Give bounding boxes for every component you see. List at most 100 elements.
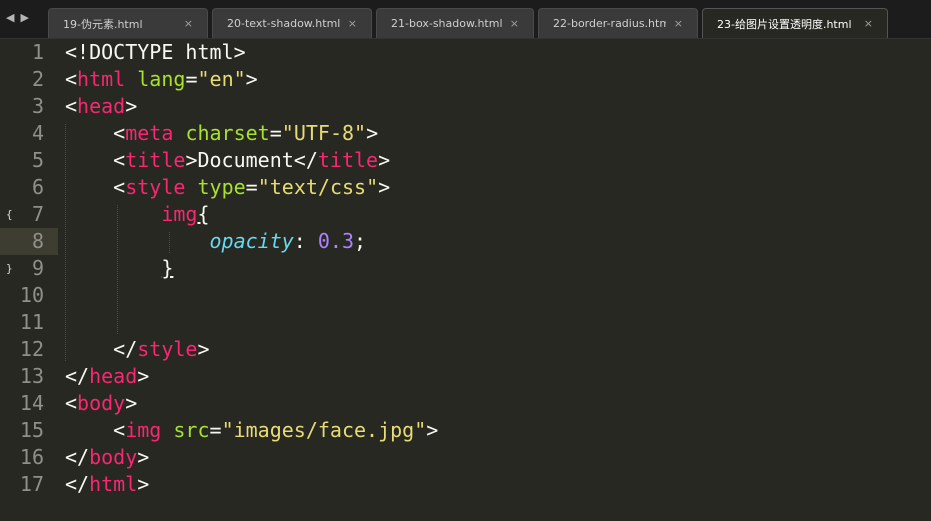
code-token: title [317, 148, 379, 172]
code-token: img [125, 418, 162, 442]
code-token: src [173, 418, 210, 442]
code-token: > [125, 391, 138, 415]
code-line[interactable]: 10 [0, 282, 931, 309]
line-number: 16 [19, 445, 44, 469]
code-token: opacity [209, 229, 294, 253]
code-line[interactable]: } 9 } [0, 255, 931, 282]
line-number: 4 [31, 121, 44, 145]
code-text: img{ [65, 201, 210, 228]
code-token: img [161, 202, 198, 226]
code-line[interactable]: 16 </body> [0, 444, 931, 471]
code-token: 0.3 [317, 229, 355, 253]
code-line[interactable]: 14 <body> [0, 390, 931, 417]
line-number: 7 [31, 202, 44, 226]
code-token: = [209, 418, 222, 442]
tab-21[interactable]: 21-box-shadow.html × [376, 8, 534, 38]
code-token: > [197, 337, 210, 361]
code-text: </html> [65, 471, 149, 498]
code-token: ; [354, 229, 367, 253]
close-icon[interactable]: × [348, 17, 357, 30]
code-text: <html lang="en"> [65, 66, 258, 93]
code-token: style [137, 337, 198, 361]
code-line[interactable]: 6 <style type="text/css"> [0, 174, 931, 201]
code-token: head [89, 364, 138, 388]
code-text: <meta charset="UTF-8"> [65, 120, 378, 147]
code-token: = [245, 175, 258, 199]
code-token: body [77, 391, 126, 415]
close-icon[interactable]: × [864, 17, 873, 30]
code-text: </style> [65, 336, 210, 363]
code-token: > [378, 148, 391, 172]
code-token: charset [185, 121, 270, 145]
code-line[interactable]: 11 [0, 309, 931, 336]
code-editor[interactable]: 1 <!DOCTYPE html> 2 <html lang="en"> 3 <head>… [0, 39, 931, 521]
code-text: </head> [65, 363, 149, 390]
tab-label: 19-伪元素.html [63, 17, 143, 31]
code-token: > [137, 445, 150, 469]
code-token: > [137, 364, 150, 388]
indent-guide [65, 124, 66, 361]
code-token: >Document</ [185, 148, 318, 172]
code-token: > [366, 121, 379, 145]
code-token: { [197, 202, 210, 226]
tab-label: 20-text-shadow.html [227, 17, 340, 30]
code-text: } [65, 255, 173, 282]
code-token: < [65, 94, 78, 118]
code-line[interactable]: 5 <title>Document</title> [0, 147, 931, 174]
close-icon[interactable]: × [184, 17, 193, 30]
code-line[interactable]: 8 opacity: 0.3; [0, 228, 931, 255]
tab-22[interactable]: 22-border-radius.html × [538, 8, 698, 38]
code-text: <head> [65, 93, 137, 120]
line-number: 17 [19, 472, 44, 496]
line-number: 10 [19, 283, 44, 307]
code-token: < [113, 148, 126, 172]
indent-guide [117, 205, 118, 334]
right-triangle-icon[interactable]: ▶ [20, 11, 28, 27]
line-number: 8 [31, 229, 44, 253]
tab-23-active[interactable]: 23-给图片设置透明度.html × [702, 8, 888, 38]
line-number: 9 [31, 256, 44, 280]
code-text: <style type="text/css"> [65, 174, 390, 201]
line-number: 12 [19, 337, 44, 361]
code-token: > [426, 418, 439, 442]
line-number: 13 [19, 364, 44, 388]
code-token: "en" [197, 67, 246, 91]
code-text: opacity: 0.3; [65, 228, 367, 255]
line-number: 11 [19, 310, 44, 334]
code-line[interactable]: 3 <head> [0, 93, 931, 120]
tab-bar: ◀ ▶ 19-伪元素.html × 20-text-shadow.html × … [0, 0, 931, 39]
left-triangle-icon[interactable]: ◀ [6, 11, 14, 27]
code-token: type [197, 175, 246, 199]
code-line[interactable]: 2 <html lang="en"> [0, 66, 931, 93]
code-token: </ [113, 337, 138, 361]
code-line[interactable]: 13 </head> [0, 363, 931, 390]
line-number: 2 [31, 67, 44, 91]
code-token: html [77, 67, 126, 91]
close-icon[interactable]: × [674, 17, 683, 30]
code-line[interactable]: 17 </html> [0, 471, 931, 498]
tab-label: 21-box-shadow.html [391, 17, 502, 30]
close-icon[interactable]: × [510, 17, 519, 30]
code-line[interactable]: 15 <img src="images/face.jpg"> [0, 417, 931, 444]
code-line[interactable]: {7 img{ [0, 201, 931, 228]
code-line[interactable]: 1 <!DOCTYPE html> [0, 39, 931, 66]
code-token: "images/face.jpg" [221, 418, 427, 442]
code-token: } [161, 256, 174, 280]
code-line[interactable]: 4 <meta charset="UTF-8"> [0, 120, 931, 147]
code-token: < [65, 391, 78, 415]
code-token: style [125, 175, 186, 199]
code-line[interactable]: 12 </style> [0, 336, 931, 363]
code-token: head [77, 94, 126, 118]
indent-guide [169, 232, 170, 253]
code-text: </body> [65, 444, 149, 471]
code-token: <!DOCTYPE html> [65, 40, 246, 64]
tab-20[interactable]: 20-text-shadow.html × [212, 8, 372, 38]
tab-label: 22-border-radius.html [553, 17, 666, 30]
code-token: > [245, 67, 258, 91]
tab-nav-arrows: ◀ ▶ [6, 11, 29, 27]
code-token: < [113, 418, 126, 442]
line-number: 1 [31, 40, 44, 64]
tab-19[interactable]: 19-伪元素.html × [48, 8, 208, 38]
code-token: "text/css" [257, 175, 379, 199]
line-number: 5 [31, 148, 44, 172]
